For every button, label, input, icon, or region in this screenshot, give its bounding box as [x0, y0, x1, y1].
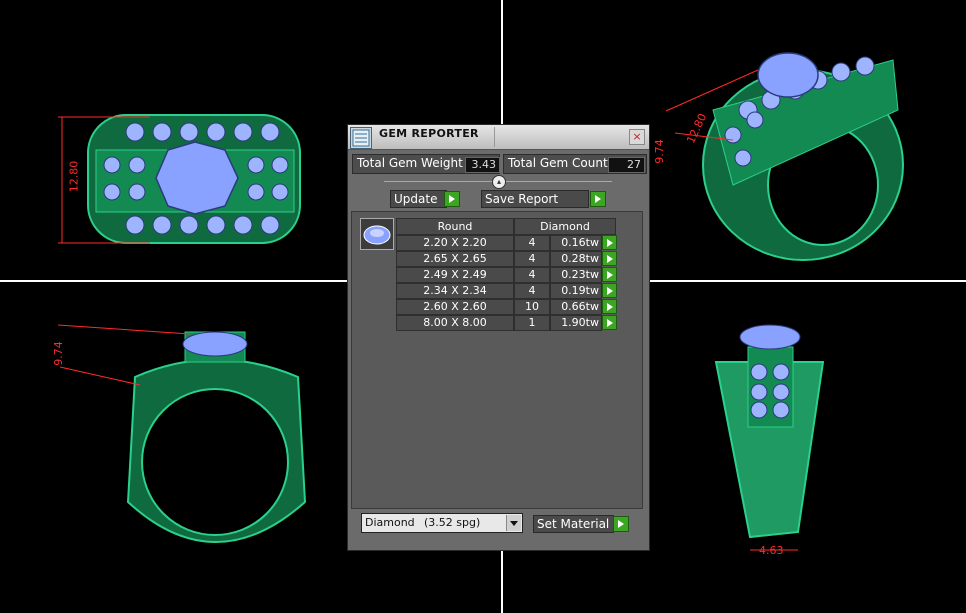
update-button[interactable]: Update [390, 190, 447, 208]
collapse-toggle[interactable]: ▴ [492, 175, 506, 189]
save-report-arrow-icon[interactable] [590, 191, 606, 207]
gem-count: 4 [514, 283, 550, 299]
row-select-arrow-icon[interactable] [602, 315, 617, 330]
set-material-button[interactable]: Set Material [533, 515, 614, 533]
gem-reporter-icon [350, 127, 372, 149]
column-header-material: Diamond [514, 218, 616, 235]
save-report-button-label: Save Report [485, 192, 559, 206]
gem-weight: 0.23tw [550, 267, 602, 283]
title-separator [494, 127, 495, 147]
row-select-arrow-icon[interactable] [602, 235, 617, 250]
gem-thumbnail[interactable] [360, 218, 394, 250]
total-gem-weight-label: Total Gem Weight [357, 156, 463, 170]
gem-reporter-dialog: GEM REPORTER × Total Gem Weight 3.43 Tot… [347, 124, 650, 551]
gem-count: 4 [514, 251, 550, 267]
gem-weight: 1.90tw [550, 315, 602, 331]
save-report-button[interactable]: Save Report [481, 190, 589, 208]
total-gem-count-value: 27 [608, 157, 645, 173]
set-material-button-label: Set Material [537, 517, 610, 531]
total-gem-weight-value: 3.43 [465, 157, 500, 173]
dimension-label-top-left: 12.80 [67, 160, 81, 193]
gem-count: 4 [514, 267, 550, 283]
material-select[interactable]: Diamond (3.52 spg) [361, 513, 523, 533]
update-button-label: Update [394, 192, 438, 206]
dialog-titlebar[interactable]: GEM REPORTER × [348, 125, 649, 150]
table-row[interactable]: 2.34 X 2.34 4 0.19tw [396, 283, 617, 299]
gem-weight: 0.16tw [550, 235, 602, 251]
dialog-title: GEM REPORTER [379, 127, 479, 140]
dimension-label-top-right-2: 9.74 [652, 139, 666, 164]
gem-size: 2.60 X 2.60 [396, 299, 514, 315]
row-select-arrow-icon[interactable] [602, 267, 617, 282]
dimension-label-bottom-left: 9.74 [51, 341, 65, 366]
dimension-label-bottom-right: 4.63 [759, 544, 784, 557]
table-row[interactable]: 2.60 X 2.60 10 0.66tw [396, 299, 617, 315]
gem-weight: 0.28tw [550, 251, 602, 267]
row-select-arrow-icon[interactable] [602, 299, 617, 314]
gem-size: 2.65 X 2.65 [396, 251, 514, 267]
total-gem-count-label: Total Gem Count [508, 156, 608, 170]
close-button[interactable]: × [629, 129, 645, 145]
row-select-arrow-icon[interactable] [602, 251, 617, 266]
column-header-shape: Round [396, 218, 514, 235]
total-gem-weight-box: Total Gem Weight 3.43 [352, 154, 500, 174]
chevron-down-icon[interactable] [506, 515, 521, 531]
set-material-arrow-icon[interactable] [613, 516, 629, 532]
gem-size: 2.34 X 2.34 [396, 283, 514, 299]
gem-size: 2.49 X 2.49 [396, 267, 514, 283]
gem-size: 2.20 X 2.20 [396, 235, 514, 251]
total-gem-count-box: Total Gem Count 27 [503, 154, 647, 174]
gem-count: 1 [514, 315, 550, 331]
table-row[interactable]: 2.49 X 2.49 4 0.23tw [396, 267, 617, 283]
row-select-arrow-icon[interactable] [602, 283, 617, 298]
table-row[interactable]: 8.00 X 8.00 1 1.90tw [396, 315, 617, 331]
gem-weight: 0.66tw [550, 299, 602, 315]
update-arrow-icon[interactable] [444, 191, 460, 207]
material-select-density: (3.52 spg) [424, 516, 481, 529]
gem-table-panel: Round Diamond 2.20 X 2.20 4 0.16tw 2.65 … [351, 211, 643, 509]
gem-weight: 0.19tw [550, 283, 602, 299]
gem-size: 8.00 X 8.00 [396, 315, 514, 331]
gem-count: 10 [514, 299, 550, 315]
gem-count: 4 [514, 235, 550, 251]
table-row[interactable]: 2.65 X 2.65 4 0.28tw [396, 251, 617, 267]
material-select-name: Diamond [365, 516, 415, 529]
table-row[interactable]: 2.20 X 2.20 4 0.16tw [396, 235, 617, 251]
